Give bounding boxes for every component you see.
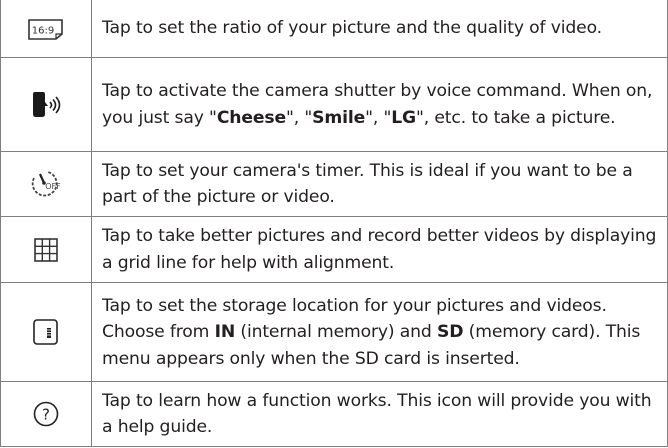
table-row: Tap to activate the camera shutter by vo…	[0, 57, 668, 152]
voice-shutter-icon	[26, 90, 66, 120]
grid-icon	[29, 235, 63, 265]
timer-description: Tap to set your camera's timer. This is …	[91, 150, 668, 218]
ratio-16-9-icon: 16:9	[26, 17, 66, 41]
table-row: 16:9 Tap to set the ratio of your pictur…	[0, 0, 668, 59]
table-row: OFF Tap to set your camera's timer. This…	[0, 150, 668, 218]
help-description: Tap to learn how a function works. This …	[91, 381, 668, 447]
help-icon-label: ?	[42, 406, 50, 424]
table-row: Tap to take better pictures and record b…	[0, 216, 668, 284]
table-row: Tap to set the storage location for your…	[0, 282, 668, 383]
camera-settings-table: 16:9 Tap to set the ratio of your pictur…	[0, 0, 668, 447]
icon-cell: 16:9	[0, 0, 92, 59]
storage-card-icon	[29, 317, 63, 347]
ratio-icon-label: 16:9	[32, 25, 54, 36]
icon-cell: OFF	[0, 150, 92, 218]
voice-shutter-description: Tap to activate the camera shutter by vo…	[91, 57, 668, 152]
icon-cell	[0, 282, 92, 383]
icon-cell: ?	[0, 381, 92, 447]
table-row: ? Tap to learn how a function works. Thi…	[0, 381, 668, 447]
ratio-description: Tap to set the ratio of your picture and…	[91, 0, 668, 59]
timer-off-icon: OFF	[26, 168, 66, 200]
icon-cell	[0, 216, 92, 284]
storage-description: Tap to set the storage location for your…	[91, 282, 668, 383]
grid-description: Tap to take better pictures and record b…	[91, 216, 668, 284]
help-icon: ?	[29, 399, 63, 429]
icon-cell	[0, 57, 92, 152]
timer-icon-label: OFF	[45, 182, 61, 191]
